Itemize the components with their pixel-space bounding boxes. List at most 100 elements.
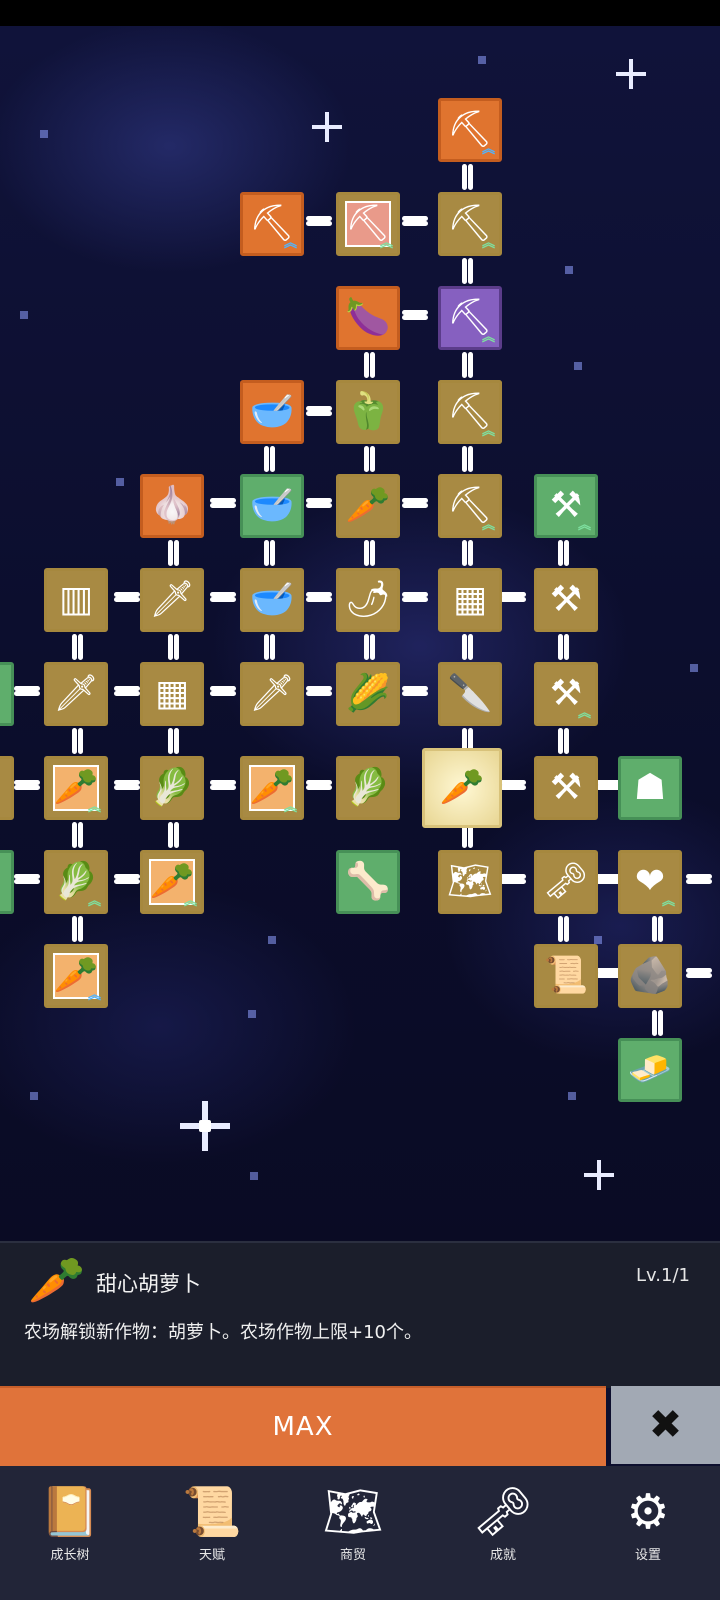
carrot-icon: 🥕 (28, 1253, 86, 1307)
skill-node-eggplant[interactable]: 🍆 (336, 286, 400, 350)
star (568, 1092, 576, 1100)
skill-node-carrot[interactable]: 🥕 (422, 748, 502, 828)
skill-node-knife[interactable]: 🔪 (438, 662, 502, 726)
skill-node-hooded-figure[interactable]: ☗ (618, 756, 682, 820)
tree-connector (270, 634, 275, 660)
skill-node-shovel[interactable]: ⛏︽ (438, 192, 502, 256)
tree-connector (174, 540, 179, 566)
tree-connector (468, 540, 473, 566)
knife-icon: 🔪 (447, 673, 493, 714)
skill-node-radish[interactable]: 🥕 (336, 474, 400, 538)
skill-node-scroll[interactable]: 📜 (534, 944, 598, 1008)
skill-node-heart[interactable]: ❤ ︽ (618, 850, 682, 914)
tree-connector (78, 822, 83, 848)
nav-item-settings[interactable]: ⚙ 设置 (588, 1472, 708, 1596)
skill-description: 农场解锁新作物：胡萝卜。农场作物上限+10个。 (24, 1322, 422, 1343)
skill-node-crate[interactable]: ▥ (44, 568, 108, 632)
skill-node-crate[interactable]: ▦ (438, 568, 502, 632)
skill-node-shovel[interactable]: ⛏︽ (438, 380, 502, 444)
skill-node-pickaxe[interactable]: ⚒ ︽ (534, 474, 598, 538)
skill-node-offscreen[interactable] (0, 850, 14, 914)
skill-node-bowl[interactable]: 🥣 (240, 380, 304, 444)
upgrade-chevron-icon: ︽ (481, 142, 495, 157)
tree-connector (468, 164, 473, 190)
garlic-icon: 🧄 (149, 485, 195, 526)
skill-node-corn[interactable]: 🌽 (336, 662, 400, 726)
tree-connector (658, 916, 663, 942)
skill-node-cabbage[interactable]: 🥬 (140, 756, 204, 820)
skill-tree-canvas[interactable]: ⛏︽⛏︽⛏︽⛏︽🍆⛏︽🥣🫑⛏︽🧄🥣🥕⛏︽⚒︽▥🗡🥣🌶▦⚒🗡▦🗡🌽🔪⚒︽🥕︽🥬🥕︽… (0, 26, 720, 1266)
stone-icon: 🪨 (627, 955, 673, 996)
nav-label: 商贸 (339, 1548, 366, 1563)
skill-node-bone[interactable]: 🦴 (336, 850, 400, 914)
skill-node-pickaxe[interactable]: ⚒ ︽ (534, 662, 598, 726)
nav-item-achievement[interactable]: 🗝 成就 (443, 1472, 563, 1596)
close-button[interactable]: ✖ (611, 1386, 720, 1464)
skill-node-stone[interactable]: 🪨 (618, 944, 682, 1008)
crate-icon: ▥ (58, 579, 93, 620)
skill-node-shovel[interactable]: ⛏︽ (336, 192, 400, 256)
skill-node-offscreen[interactable] (0, 756, 14, 820)
nav-label: 成就 (489, 1548, 516, 1563)
crate-icon: ▦ (452, 579, 487, 620)
upgrade-chevron-icon: ︽ (481, 236, 495, 251)
tree-connector (270, 446, 275, 472)
skill-node-shovel[interactable]: ⛏︽ (438, 474, 502, 538)
skill-node-pickaxe[interactable]: ⚒ (534, 568, 598, 632)
skill-node-carrot[interactable]: 🥕 ︽ (140, 850, 204, 914)
star (248, 1010, 256, 1018)
tree-connector (306, 597, 332, 602)
tree-connector (402, 597, 428, 602)
max-button[interactable]: MAX (0, 1386, 606, 1466)
skill-node-sword[interactable]: 🗡 (240, 662, 304, 726)
skill-node-sword[interactable]: 🗡 (140, 568, 204, 632)
nav-item-trade[interactable]: 🗺 商贸 (293, 1472, 413, 1596)
pickaxe-icon: ⚒ (549, 579, 583, 620)
tree-connector (306, 221, 332, 226)
skill-node-map[interactable]: 🗺 (438, 850, 502, 914)
tree-connector (174, 728, 179, 754)
skill-node-key[interactable]: 🗝 (534, 850, 598, 914)
skill-node-carrot[interactable]: 🥕 ︽ (44, 756, 108, 820)
skill-node-cabbage[interactable]: 🥬 (336, 756, 400, 820)
sparkle-star-core (199, 1120, 211, 1132)
tree-connector (114, 597, 140, 602)
star (250, 1172, 258, 1180)
tree-connector (306, 785, 332, 790)
skill-node-bowl[interactable]: 🥣 (240, 474, 304, 538)
tree-connector (468, 446, 473, 472)
tree-connector (14, 785, 40, 790)
tree-connector (114, 691, 140, 696)
skill-node-chili[interactable]: 🌶 (336, 568, 400, 632)
sword-icon: 🗡 (249, 673, 295, 714)
bone-icon: 🦴 (345, 861, 391, 902)
close-icon: ✖ (648, 1402, 683, 1448)
radish-icon: 🥕 (345, 485, 391, 526)
skill-node-carrot[interactable]: 🥕 ︽ (44, 944, 108, 1008)
tree-connector (564, 728, 569, 754)
cabbage-icon: 🥬 (345, 767, 391, 808)
skill-node-cabbage[interactable]: 🥬 ︽ (44, 850, 108, 914)
sword-icon: 🗡 (53, 673, 99, 714)
skill-node-shovel[interactable]: ⛏︽ (438, 286, 502, 350)
map-icon: 🗺 (322, 1484, 384, 1540)
skill-node-carrot[interactable]: 🥕 ︽ (240, 756, 304, 820)
skill-node-sword[interactable]: 🗡 (44, 662, 108, 726)
star (594, 936, 602, 944)
tree-connector (306, 503, 332, 508)
nav-item-talent[interactable]: 📜 天赋 (152, 1472, 272, 1596)
skill-node-pepper[interactable]: 🫑 (336, 380, 400, 444)
skill-node-garlic[interactable]: 🧄 (140, 474, 204, 538)
gear-icon: ⚙ (626, 1484, 670, 1540)
skill-node-shovel[interactable]: ⛏︽ (438, 98, 502, 162)
tree-connector (564, 634, 569, 660)
skill-node-pickaxe[interactable]: ⚒ (534, 756, 598, 820)
nav-item-growth-tree[interactable]: 📔 成长树 (10, 1472, 130, 1596)
skill-node-crate[interactable]: ▦ (140, 662, 204, 726)
key-icon: 🗝 (472, 1484, 534, 1540)
skill-node-shovel[interactable]: ⛏︽ (240, 192, 304, 256)
skill-node-offscreen[interactable] (0, 662, 14, 726)
skill-node-bowl[interactable]: 🥣 (240, 568, 304, 632)
tree-connector (78, 728, 83, 754)
skill-node-butter[interactable]: 🧈 (618, 1038, 682, 1102)
